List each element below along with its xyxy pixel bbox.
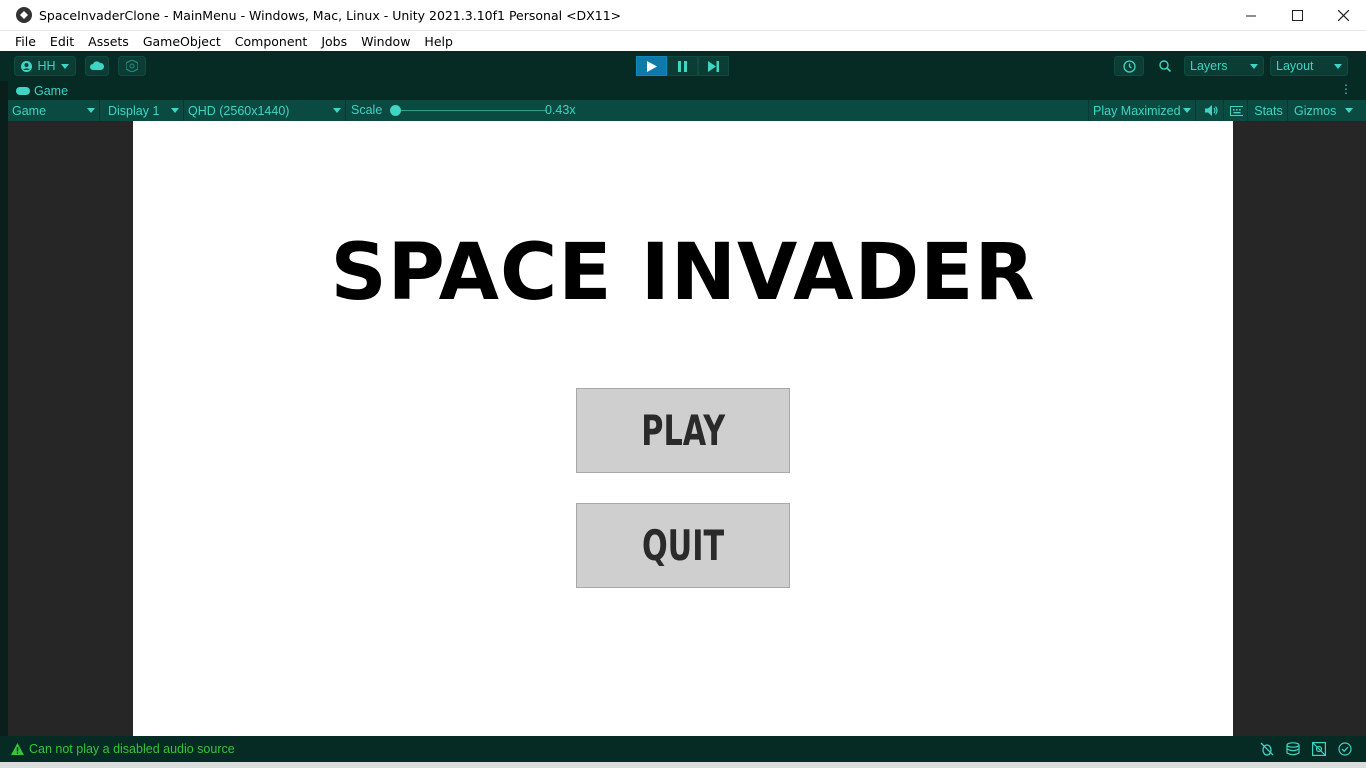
pause-icon xyxy=(678,60,687,72)
menu-assets[interactable]: Assets xyxy=(81,34,136,49)
minimize-icon xyxy=(1246,15,1256,16)
menu-jobs[interactable]: Jobs xyxy=(314,34,354,49)
tab-game-label: Game xyxy=(34,83,69,98)
cloud-icon xyxy=(90,61,104,70)
menu-edit[interactable]: Edit xyxy=(43,34,81,49)
menu-help[interactable]: Help xyxy=(417,34,460,49)
collab-icon xyxy=(126,60,138,72)
collab-button[interactable] xyxy=(118,56,146,76)
shortcuts-toggle[interactable] xyxy=(1226,100,1248,121)
speaker-icon xyxy=(1205,105,1218,116)
menu-file[interactable]: File xyxy=(8,34,43,49)
cloud-button[interactable] xyxy=(85,56,109,76)
database-icon xyxy=(1286,742,1300,756)
editor-left-edge xyxy=(0,81,8,736)
resolution-dropdown[interactable]: QHD (2560x1440) xyxy=(184,100,346,121)
scale-slider-track[interactable] xyxy=(396,110,546,111)
undo-history-button[interactable] xyxy=(1114,56,1144,76)
account-dropdown[interactable]: HH xyxy=(14,56,76,76)
display-dropdown[interactable]: Display 1 xyxy=(104,100,184,121)
game-view-letterbox-right xyxy=(1233,121,1366,736)
playmode-controls xyxy=(636,56,729,76)
close-button[interactable] xyxy=(1320,0,1366,31)
menu-component[interactable]: Component xyxy=(228,34,315,49)
chevron-down-icon[interactable] xyxy=(1345,108,1353,113)
gizmos-label: Gizmos xyxy=(1294,103,1337,118)
game-quit-label: QUIT xyxy=(641,521,725,570)
mute-audio-toggle[interactable] xyxy=(1200,100,1224,121)
chevron-down-icon xyxy=(61,63,69,69)
account-label: HH xyxy=(37,59,56,73)
more-options-icon[interactable]: ⋮ xyxy=(1340,83,1352,95)
scale-value: 0.43x xyxy=(545,103,576,117)
layout-dropdown[interactable]: Layout xyxy=(1270,56,1348,76)
bug-icon xyxy=(1260,742,1274,756)
game-play-label: PLAY xyxy=(641,406,725,455)
chevron-down-icon xyxy=(1334,63,1342,69)
gizmos-dropdown[interactable]: Gizmos xyxy=(1290,100,1350,121)
play-mode-label: Play Maximized xyxy=(1093,103,1181,118)
game-quit-button[interactable]: QUIT xyxy=(576,503,790,588)
check-circle-icon xyxy=(1338,742,1352,756)
display-label: Display 1 xyxy=(108,103,160,118)
window-controls xyxy=(1228,0,1366,31)
scale-slider-thumb[interactable] xyxy=(390,105,401,116)
progress-status-button[interactable] xyxy=(1336,741,1354,757)
play-button[interactable] xyxy=(636,56,667,76)
window-title: SpaceInvaderClone - MainMenu - Windows, … xyxy=(39,7,622,23)
game-play-button[interactable]: PLAY xyxy=(576,388,790,473)
cache-server-button[interactable] xyxy=(1284,741,1302,757)
play-mode-dropdown[interactable]: Play Maximized xyxy=(1088,100,1196,121)
window-title-bar: SpaceInvaderClone - MainMenu - Windows, … xyxy=(0,0,1366,31)
maximize-button[interactable] xyxy=(1274,0,1320,31)
game-view-letterbox-left xyxy=(8,121,133,736)
stats-label: Stats xyxy=(1254,103,1283,118)
game-title: SPACE INVADER xyxy=(330,228,1036,318)
tab-game[interactable]: Game xyxy=(16,84,68,98)
layers-dropdown[interactable]: Layers xyxy=(1184,56,1264,76)
layout-label: Layout xyxy=(1276,59,1314,73)
pause-button[interactable] xyxy=(667,56,698,76)
user-icon xyxy=(21,60,32,72)
gamepad-icon xyxy=(16,86,30,95)
play-icon xyxy=(646,60,657,72)
step-button[interactable] xyxy=(698,56,729,76)
chevron-down-icon xyxy=(333,108,341,113)
game-view-toolbar: Game Display 1 QHD (2560x1440) Scale 0.4… xyxy=(8,100,1366,121)
history-icon xyxy=(1122,59,1136,73)
chevron-down-icon xyxy=(171,108,179,113)
network-button[interactable] xyxy=(1310,741,1328,757)
chevron-down-icon xyxy=(1250,63,1258,69)
menu-gameobject[interactable]: GameObject xyxy=(136,34,228,49)
warning-icon xyxy=(11,743,24,755)
game-tab-strip: Game ⋮ xyxy=(8,81,1366,100)
resolution-label: QHD (2560x1440) xyxy=(188,103,290,118)
game-canvas: SPACE INVADER PLAY QUIT xyxy=(133,121,1233,736)
chevron-down-icon xyxy=(87,108,95,113)
close-icon xyxy=(1337,10,1349,21)
search-icon xyxy=(1159,60,1171,72)
minimize-button[interactable] xyxy=(1228,0,1274,31)
status-bar: Can not play a disabled audio source xyxy=(0,736,1366,762)
debug-mode-button[interactable] xyxy=(1258,741,1276,757)
maximize-icon xyxy=(1291,10,1303,21)
view-mode-label: Game xyxy=(12,103,47,118)
layers-label: Layers xyxy=(1190,59,1228,73)
chevron-down-icon xyxy=(1183,108,1191,113)
scale-label: Scale xyxy=(351,103,383,117)
menu-window[interactable]: Window xyxy=(354,34,417,49)
step-icon xyxy=(708,60,719,72)
stats-toggle[interactable]: Stats xyxy=(1250,100,1288,121)
main-toolbar: HH Layers Layout xyxy=(0,51,1366,81)
status-icons xyxy=(1258,741,1354,757)
view-mode-dropdown[interactable]: Game xyxy=(8,100,100,121)
keyboard-icon xyxy=(1230,105,1243,116)
status-message[interactable]: Can not play a disabled audio source xyxy=(29,742,235,756)
menu-bar: File Edit Assets GameObject Component Jo… xyxy=(0,31,1366,51)
network-icon xyxy=(1312,742,1326,756)
window-bottom-edge xyxy=(0,762,1366,768)
unity-logo-icon xyxy=(16,7,32,23)
search-button[interactable] xyxy=(1150,56,1180,76)
